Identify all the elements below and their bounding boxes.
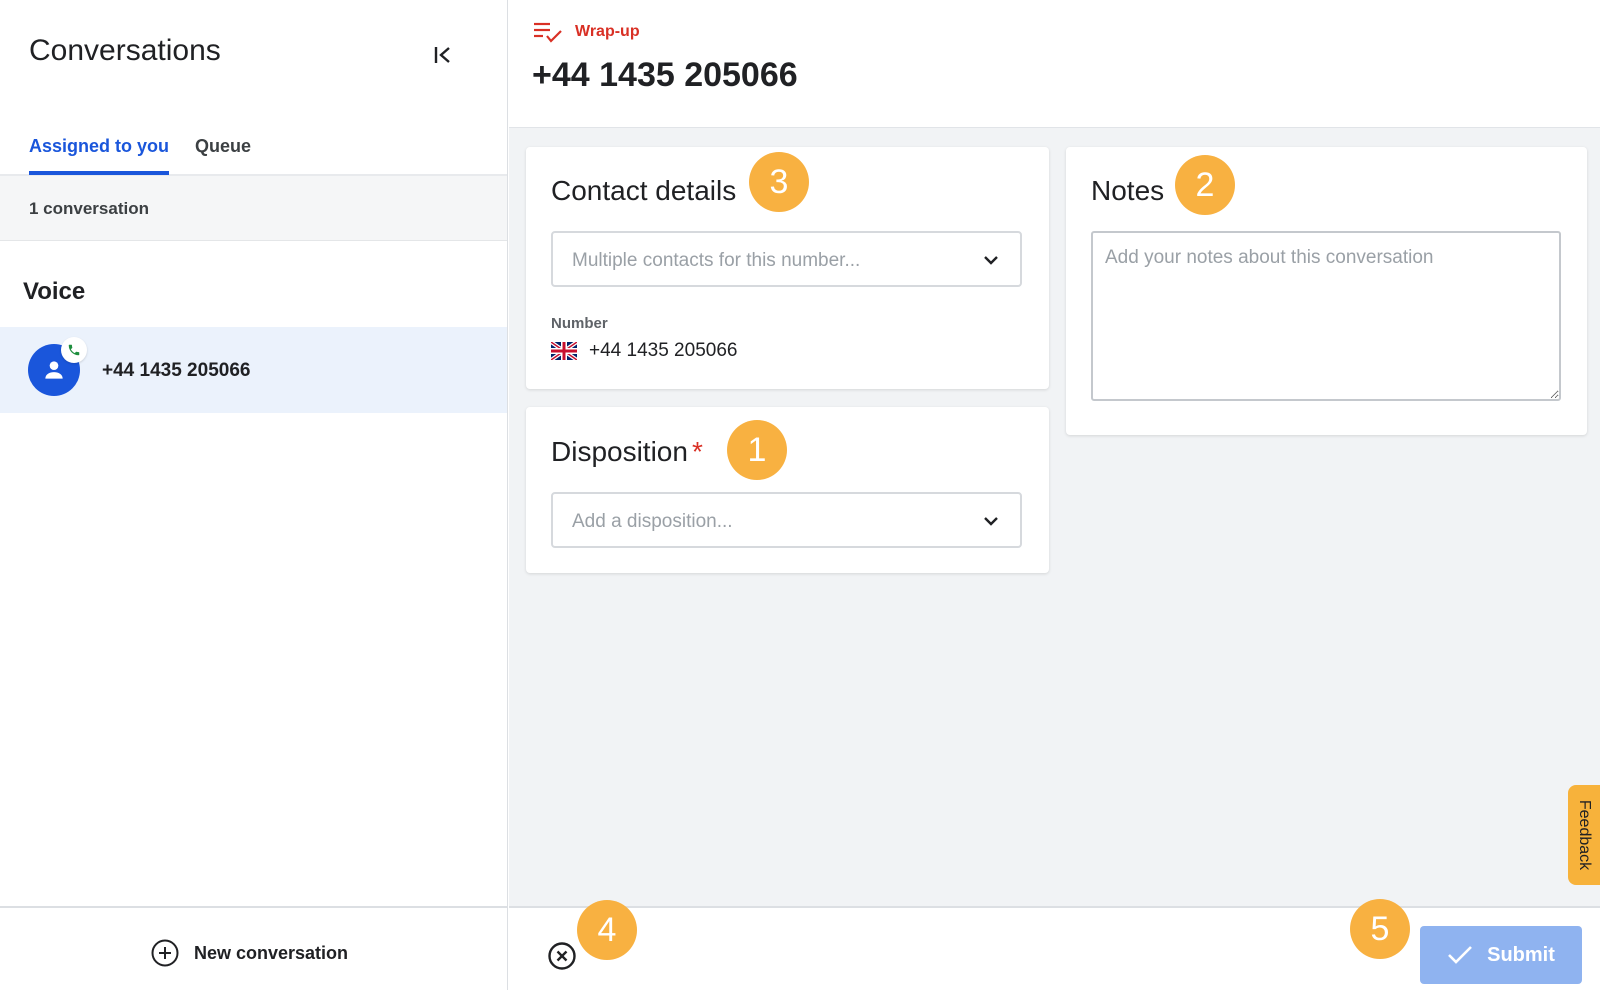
status-label: Wrap-up [575,23,640,40]
close-circle-icon [548,942,576,970]
feedback-label: Feedback [1576,799,1594,871]
chevron-down-icon [984,256,998,265]
required-indicator: * [691,436,703,467]
conversation-header: Wrap-up +44 1435 205066 [509,0,1600,128]
number-value: +44 1435 205066 [589,340,738,361]
disposition-title-text: Disposition [551,436,688,467]
annotation-marker: 1 [727,420,787,480]
page-title: +44 1435 205066 [532,56,798,94]
disposition-title: Disposition * [551,436,703,468]
phone-icon [68,344,80,356]
sidebar-footer: New conversation [0,906,507,990]
conversation-count-bar: 1 conversation [0,176,507,241]
conversation-list-item[interactable]: +44 1435 205066 [0,327,507,413]
collapse-sidebar-button[interactable] [428,40,458,70]
section-heading-voice: Voice [23,278,86,305]
new-conversation-label: New conversation [194,942,349,963]
wrap-up-panel: Wrap-up +44 1435 205066 Contact details … [509,0,1600,990]
tab-queue[interactable]: Queue [195,136,251,171]
plus-circle-icon [151,939,179,967]
chevron-down-icon [984,517,998,526]
new-conversation-button[interactable]: New conversation [150,938,348,968]
annotation-marker: 5 [1350,899,1410,959]
number-row: +44 1435 205066 [551,340,737,362]
collapse-left-icon [434,47,450,63]
uk-flag-icon [551,342,577,360]
dismiss-button[interactable] [547,941,577,976]
conversation-number: +44 1435 205066 [102,360,251,381]
annotation-marker: 4 [577,900,637,960]
conversations-sidebar: Conversations Assigned to you Queue 1 co… [0,0,508,990]
conversation-tabs: Assigned to you Queue [0,126,507,176]
number-label: Number [551,315,608,332]
call-badge [61,337,87,363]
sidebar-header: Conversations [0,0,507,110]
disposition-select-placeholder: Add a disposition... [572,511,733,532]
status-badge: Wrap-up [533,20,640,44]
disposition-card: Disposition * Add a disposition... [526,407,1049,573]
tab-assigned-to-you[interactable]: Assigned to you [29,136,170,175]
notes-card: Notes [1066,147,1587,435]
submit-button[interactable]: Submit [1420,926,1582,984]
contact-select-placeholder: Multiple contacts for this number... [572,250,861,271]
contact-details-title: Contact details [551,175,737,206]
feedback-tab[interactable]: Feedback [1568,785,1600,885]
disposition-select[interactable]: Add a disposition... [551,492,1022,548]
list-check-icon [534,22,562,43]
person-icon [45,361,63,379]
notes-textarea[interactable] [1091,231,1561,401]
wrap-up-footer: Submit [509,906,1600,990]
sidebar-title: Conversations [29,34,221,67]
check-icon [1448,946,1473,964]
annotation-marker: 3 [749,152,809,212]
annotation-marker: 2 [1175,155,1235,215]
submit-label: Submit [1487,943,1555,966]
contact-select[interactable]: Multiple contacts for this number... [551,231,1022,287]
notes-title: Notes [1091,175,1165,206]
conversation-count: 1 conversation [29,199,149,218]
